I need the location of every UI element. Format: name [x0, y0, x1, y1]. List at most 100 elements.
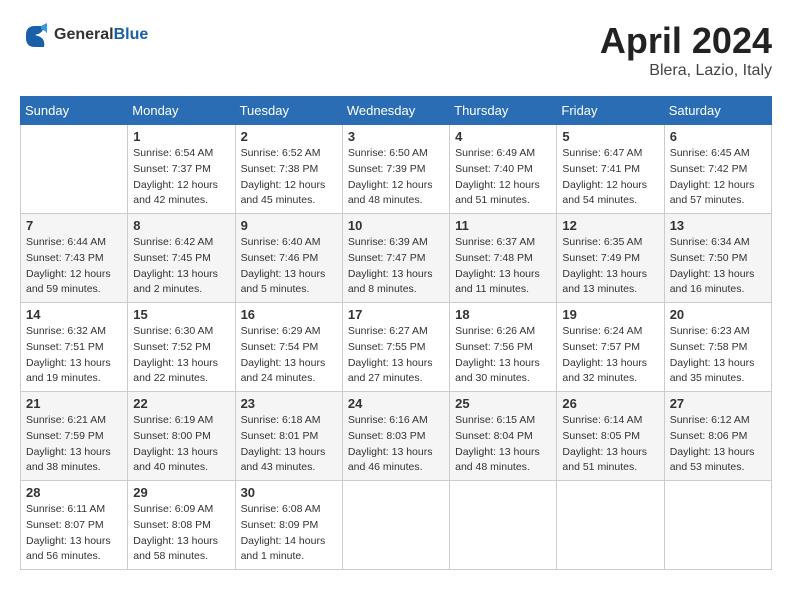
calendar-cell: 12 Sunrise: 6:35 AMSunset: 7:49 PMDayligh… — [557, 214, 664, 303]
calendar-row: 21 Sunrise: 6:21 AMSunset: 7:59 PMDayligh… — [21, 392, 772, 481]
cell-info: Sunrise: 6:44 AMSunset: 7:43 PMDaylight:… — [26, 235, 122, 298]
calendar-table: SundayMondayTuesdayWednesdayThursdayFrid… — [20, 96, 772, 570]
cell-info: Sunrise: 6:14 AMSunset: 8:05 PMDaylight:… — [562, 413, 658, 476]
day-number: 4 — [455, 129, 551, 144]
cell-info: Sunrise: 6:34 AMSunset: 7:50 PMDaylight:… — [670, 235, 766, 298]
day-number: 22 — [133, 396, 229, 411]
cell-info: Sunrise: 6:42 AMSunset: 7:45 PMDaylight:… — [133, 235, 229, 298]
cell-info: Sunrise: 6:21 AMSunset: 7:59 PMDaylight:… — [26, 413, 122, 476]
weekday-header-cell: Monday — [128, 97, 235, 125]
day-number: 11 — [455, 218, 551, 233]
day-number: 27 — [670, 396, 766, 411]
cell-info: Sunrise: 6:12 AMSunset: 8:06 PMDaylight:… — [670, 413, 766, 476]
calendar-row: 1 Sunrise: 6:54 AMSunset: 7:37 PMDaylight… — [21, 125, 772, 214]
day-number: 1 — [133, 129, 229, 144]
calendar-cell: 15Sunrise: 6:30 AMSunset: 7:52 PMDayligh… — [128, 303, 235, 392]
calendar-cell: 1 Sunrise: 6:54 AMSunset: 7:37 PMDaylight… — [128, 125, 235, 214]
cell-info: Sunrise: 6:35 AMSunset: 7:49 PMDaylight:… — [562, 235, 658, 298]
day-number: 20 — [670, 307, 766, 322]
cell-info: Sunrise: 6:37 AMSunset: 7:48 PMDaylight:… — [455, 235, 551, 298]
calendar-row: 28 Sunrise: 6:11 AMSunset: 8:07 PMDayligh… — [21, 481, 772, 570]
cell-info: Sunrise: 6:45 AMSunset: 7:42 PMDaylight:… — [670, 146, 766, 209]
cell-info: Sunrise: 6:32 AMSunset: 7:51 PMDaylight:… — [26, 324, 122, 387]
day-number: 9 — [241, 218, 337, 233]
day-number: 25 — [455, 396, 551, 411]
cell-info: Sunrise: 6:19 AMSunset: 8:00 PMDaylight:… — [133, 413, 229, 476]
calendar-cell: 29 Sunrise: 6:09 AMSunset: 8:08 PMDayligh… — [128, 481, 235, 570]
calendar-cell: 11 Sunrise: 6:37 AMSunset: 7:48 PMDayligh… — [450, 214, 557, 303]
day-number: 16 — [241, 307, 337, 322]
day-number: 10 — [348, 218, 444, 233]
calendar-cell — [664, 481, 771, 570]
calendar-cell: 6 Sunrise: 6:45 AMSunset: 7:42 PMDaylight… — [664, 125, 771, 214]
calendar-cell: 13Sunrise: 6:34 AMSunset: 7:50 PMDayligh… — [664, 214, 771, 303]
cell-info: Sunrise: 6:52 AMSunset: 7:38 PMDaylight:… — [241, 146, 337, 209]
day-number: 21 — [26, 396, 122, 411]
calendar-cell: 10 Sunrise: 6:39 AMSunset: 7:47 PMDayligh… — [342, 214, 449, 303]
cell-info: Sunrise: 6:40 AMSunset: 7:46 PMDaylight:… — [241, 235, 337, 298]
cell-info: Sunrise: 6:24 AMSunset: 7:57 PMDaylight:… — [562, 324, 658, 387]
calendar-cell: 17Sunrise: 6:27 AMSunset: 7:55 PMDayligh… — [342, 303, 449, 392]
calendar-cell: 4 Sunrise: 6:49 AMSunset: 7:40 PMDaylight… — [450, 125, 557, 214]
logo-text: GeneralBlue — [54, 26, 148, 44]
day-number: 29 — [133, 485, 229, 500]
calendar-cell: 26 Sunrise: 6:14 AMSunset: 8:05 PMDayligh… — [557, 392, 664, 481]
day-number: 28 — [26, 485, 122, 500]
day-number: 5 — [562, 129, 658, 144]
calendar-cell: 25 Sunrise: 6:15 AMSunset: 8:04 PMDayligh… — [450, 392, 557, 481]
day-number: 6 — [670, 129, 766, 144]
weekday-header-cell: Sunday — [21, 97, 128, 125]
day-number: 2 — [241, 129, 337, 144]
cell-info: Sunrise: 6:15 AMSunset: 8:04 PMDaylight:… — [455, 413, 551, 476]
calendar-cell: 23 Sunrise: 6:18 AMSunset: 8:01 PMDayligh… — [235, 392, 342, 481]
cell-info: Sunrise: 6:54 AMSunset: 7:37 PMDaylight:… — [133, 146, 229, 209]
month-title: April 2024 — [600, 20, 772, 62]
calendar-cell: 8 Sunrise: 6:42 AMSunset: 7:45 PMDaylight… — [128, 214, 235, 303]
logo: GeneralBlue — [20, 20, 148, 50]
cell-info: Sunrise: 6:39 AMSunset: 7:47 PMDaylight:… — [348, 235, 444, 298]
calendar-cell — [21, 125, 128, 214]
weekday-header-cell: Saturday — [664, 97, 771, 125]
location: Blera, Lazio, Italy — [600, 62, 772, 80]
cell-info: Sunrise: 6:27 AMSunset: 7:55 PMDaylight:… — [348, 324, 444, 387]
weekday-header-cell: Friday — [557, 97, 664, 125]
calendar-cell: 5 Sunrise: 6:47 AMSunset: 7:41 PMDaylight… — [557, 125, 664, 214]
calendar-cell: 3Sunrise: 6:50 AMSunset: 7:39 PMDaylight… — [342, 125, 449, 214]
calendar-cell — [450, 481, 557, 570]
calendar-cell: 21 Sunrise: 6:21 AMSunset: 7:59 PMDayligh… — [21, 392, 128, 481]
calendar-cell: 19 Sunrise: 6:24 AMSunset: 7:57 PMDayligh… — [557, 303, 664, 392]
cell-info: Sunrise: 6:09 AMSunset: 8:08 PMDaylight:… — [133, 502, 229, 565]
calendar-cell: 27 Sunrise: 6:12 AMSunset: 8:06 PMDayligh… — [664, 392, 771, 481]
cell-info: Sunrise: 6:47 AMSunset: 7:41 PMDaylight:… — [562, 146, 658, 209]
cell-info: Sunrise: 6:29 AMSunset: 7:54 PMDaylight:… — [241, 324, 337, 387]
title-block: April 2024 Blera, Lazio, Italy — [600, 20, 772, 80]
day-number: 12 — [562, 218, 658, 233]
cell-info: Sunrise: 6:26 AMSunset: 7:56 PMDaylight:… — [455, 324, 551, 387]
calendar-row: 14 Sunrise: 6:32 AMSunset: 7:51 PMDayligh… — [21, 303, 772, 392]
calendar-cell: 22 Sunrise: 6:19 AMSunset: 8:00 PMDayligh… — [128, 392, 235, 481]
weekday-header-cell: Tuesday — [235, 97, 342, 125]
page-header: GeneralBlue April 2024 Blera, Lazio, Ita… — [20, 20, 772, 80]
cell-info: Sunrise: 6:23 AMSunset: 7:58 PMDaylight:… — [670, 324, 766, 387]
day-number: 19 — [562, 307, 658, 322]
day-number: 15 — [133, 307, 229, 322]
calendar-cell: 24Sunrise: 6:16 AMSunset: 8:03 PMDayligh… — [342, 392, 449, 481]
calendar-cell — [557, 481, 664, 570]
calendar-cell: 14 Sunrise: 6:32 AMSunset: 7:51 PMDayligh… — [21, 303, 128, 392]
calendar-body: 1 Sunrise: 6:54 AMSunset: 7:37 PMDaylight… — [21, 125, 772, 570]
day-number: 14 — [26, 307, 122, 322]
calendar-cell: 16 Sunrise: 6:29 AMSunset: 7:54 PMDayligh… — [235, 303, 342, 392]
cell-info: Sunrise: 6:11 AMSunset: 8:07 PMDaylight:… — [26, 502, 122, 565]
day-number: 26 — [562, 396, 658, 411]
day-number: 23 — [241, 396, 337, 411]
calendar-cell: 28 Sunrise: 6:11 AMSunset: 8:07 PMDayligh… — [21, 481, 128, 570]
cell-info: Sunrise: 6:49 AMSunset: 7:40 PMDaylight:… — [455, 146, 551, 209]
cell-info: Sunrise: 6:18 AMSunset: 8:01 PMDaylight:… — [241, 413, 337, 476]
calendar-cell: 30Sunrise: 6:08 AMSunset: 8:09 PMDayligh… — [235, 481, 342, 570]
cell-info: Sunrise: 6:50 AMSunset: 7:39 PMDaylight:… — [348, 146, 444, 209]
calendar-cell — [342, 481, 449, 570]
calendar-cell: 18Sunrise: 6:26 AMSunset: 7:56 PMDayligh… — [450, 303, 557, 392]
day-number: 8 — [133, 218, 229, 233]
calendar-cell: 2 Sunrise: 6:52 AMSunset: 7:38 PMDaylight… — [235, 125, 342, 214]
cell-info: Sunrise: 6:16 AMSunset: 8:03 PMDaylight:… — [348, 413, 444, 476]
